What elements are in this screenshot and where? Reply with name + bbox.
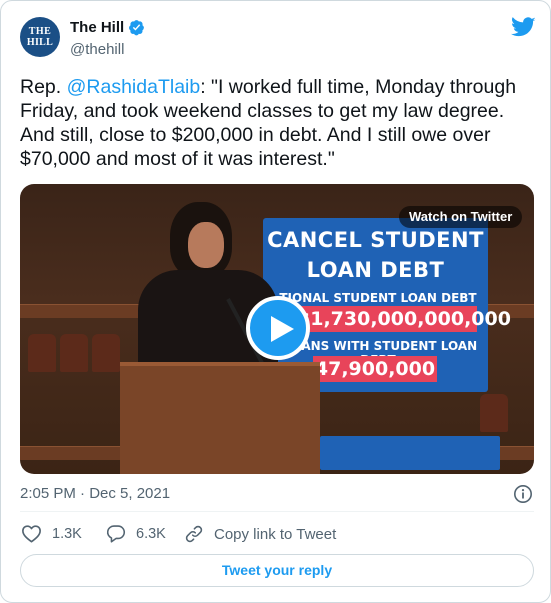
like-count: 1.3K [52,525,82,542]
chamber-chair [92,334,120,372]
watch-on-twitter-badge[interactable]: Watch on Twitter [399,206,523,228]
chamber-chair [480,394,508,432]
chamber-chair [60,334,88,372]
reply-bubble-icon [106,525,126,543]
heart-icon [22,525,41,543]
avatar-text-bottom: HILL [26,36,54,48]
tweet-your-reply-button[interactable]: Tweet your reply [20,554,534,587]
sign-value-2: 47,900,000 [313,356,437,382]
tweet-text: Rep. @RashidaTlaib: "I worked full time,… [20,75,535,171]
sign-label-1: TIONAL STUDENT LOAN DEBT [279,291,477,305]
play-icon [271,316,294,342]
verified-badge-icon [129,20,145,36]
info-icon[interactable] [513,484,533,504]
sign-lower [320,436,500,470]
sign-headline-1: CANCEL STUDENT [267,228,484,252]
sign-headline-2: LOAN DEBT [306,258,445,282]
sign-value-1: $1,730,000,000,000 [297,306,511,332]
copy-link-action[interactable]: Copy link to Tweet [184,524,336,544]
chamber-chair [28,334,56,372]
speaker-face [188,222,224,268]
reply-count: 6.3K [136,525,166,542]
play-button[interactable] [246,296,310,360]
podium [120,362,320,474]
like-action[interactable]: 1.3K [21,524,82,543]
author-name-row[interactable]: The Hill [70,19,145,36]
tweet-text-prefix: Rep. [20,76,67,98]
divider [20,511,534,512]
tweet-timestamp[interactable]: 2:05 PM · Dec 5, 2021 [20,485,170,502]
copy-link-label: Copy link to Tweet [214,525,337,543]
mention-link[interactable]: @RashidaTlaib [67,76,201,98]
video-thumbnail[interactable]: CANCEL STUDENT LOAN DEBT TIONAL STUDENT … [20,184,534,474]
avatar[interactable]: THE HILL [20,17,60,57]
author-display-name[interactable]: The Hill [70,19,124,36]
tweet-card: THE HILL The Hill @thehill Rep. @Rashida… [0,0,551,603]
reply-action[interactable]: 6.3K [106,524,166,543]
avatar-text-top: THE [28,25,52,37]
author-handle[interactable]: @thehill [70,41,124,58]
link-icon [185,525,203,543]
twitter-bird-icon[interactable] [511,17,536,38]
